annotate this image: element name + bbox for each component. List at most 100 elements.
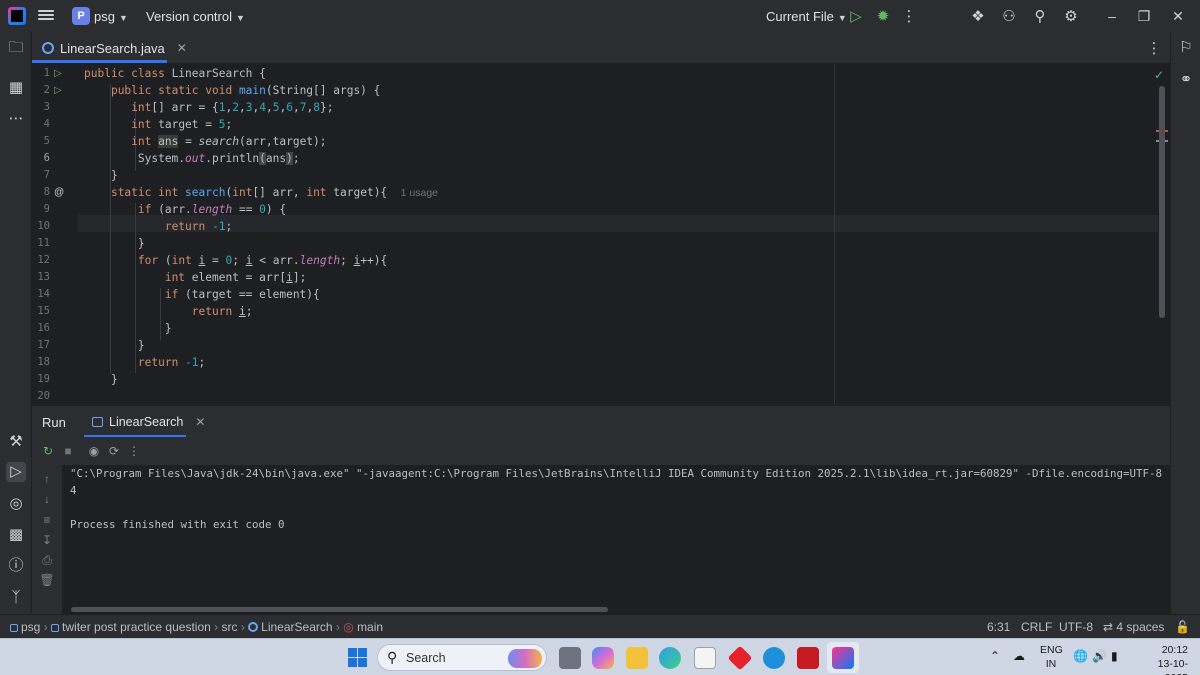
scroll-to-end-icon[interactable]: ↧ [39,532,55,548]
cloud-sync-icon[interactable]: ☁ [1013,649,1025,663]
services-icon[interactable]: ◎ [6,494,26,514]
tab-options-icon[interactable]: ⋮ [1144,38,1164,58]
code-line: int[] arr = {1,2,3,4,5,6,7,8}; [131,101,334,114]
line-number: 6 [43,152,50,164]
build-hammer-icon[interactable]: ⚒ [6,432,26,452]
code-line: } [84,169,118,182]
search-icon[interactable]: ⚲ [1030,6,1050,26]
close-icon[interactable]: ✕ [1168,6,1188,26]
taskbar-search[interactable]: ⚲ Search [377,644,547,671]
lock-icon[interactable]: 🔓 [1175,620,1190,634]
breadcrumb-item[interactable]: twiter post practice question [51,620,211,634]
run-icon[interactable]: ▷ [846,6,866,26]
network-icon[interactable]: 🌐 [1073,649,1088,663]
line-number: 17 [37,339,50,351]
intellij-idea-icon[interactable] [832,647,854,669]
task-view-icon[interactable] [559,647,581,669]
more-tools-icon[interactable]: ⋯ [6,109,26,129]
soft-wrap-icon[interactable]: ≡ [39,512,55,528]
line-number: 12 [37,254,50,266]
breadcrumb-item[interactable]: psg [10,620,40,634]
mcafee-icon[interactable] [797,647,819,669]
reload-icon[interactable]: ⟳ [106,443,122,459]
project-badge[interactable]: P [72,7,90,25]
run-tab-linearsearch[interactable]: LinearSearch ✕ [84,406,213,438]
breadcrumb-separator: › [43,620,52,634]
minimize-icon[interactable]: – [1102,6,1122,26]
windows-start-icon[interactable] [348,648,367,667]
code-line: public class LinearSearch { [84,67,266,80]
run-tool-icon[interactable]: ▷ [6,462,26,482]
rerun-icon[interactable]: ↻ [40,443,56,459]
tab-label: LinearSearch.java [60,40,165,56]
line-number: 14 [37,288,50,300]
git-branch-icon[interactable]: ᛉ [6,588,26,608]
terminal-icon[interactable]: ▩ [6,525,26,545]
add-user-icon[interactable]: ⚇ [999,6,1019,26]
caret-position[interactable]: 6:31 [987,620,1010,634]
copilot-icon[interactable] [592,647,614,669]
code-line: public static void main(String[] args) { [110,84,381,97]
run-configuration-selector[interactable]: Current File ▼ [766,9,847,24]
code-editor[interactable]: 1 2 3 4 5 6 7 8 9 10 11 12 13 14 15 16 1… [32,64,1170,404]
line-number: 1 [43,67,50,79]
edge-browser-icon[interactable] [659,647,681,669]
windows-taskbar: ⚲ Search ⌃ ☁ ENGIN 🌐 🔊 ▮ 20:12 13-10-2025 [0,638,1200,675]
breadcrumb-item[interactable]: LinearSearch [248,620,333,634]
line-number: 20 [37,390,50,402]
hamburger-menu-icon[interactable] [38,8,54,24]
problems-icon[interactable]: ⓘ [6,556,26,576]
method-usage-icon[interactable]: @ [54,187,66,199]
version-control-menu[interactable]: Version control ▼ [146,9,245,24]
app-red-diamond-icon[interactable] [727,645,753,671]
console-line: 4 [70,484,77,497]
down-arrow-icon[interactable]: ↓ [39,491,55,507]
project-selector[interactable]: psg ▼ [94,9,128,24]
chevron-down-icon: ▼ [236,13,245,23]
battery-icon[interactable]: ▮ [1111,649,1118,663]
stop-icon[interactable]: ■ [60,443,76,459]
camera-icon[interactable]: ◉ [86,443,102,459]
project-folder-icon[interactable]: 🗀 [6,38,26,58]
run-gutter-icon[interactable]: ▷ [54,68,66,80]
print-icon[interactable]: ⎙ [39,552,55,568]
right-margin-guide [834,64,835,404]
more-options-icon[interactable]: ⋮ [126,443,142,459]
usage-hint[interactable]: 1 usage [401,187,438,199]
close-tab-icon[interactable]: ✕ [177,41,187,55]
structure-icon[interactable]: ▦ [6,78,26,98]
show-hidden-icons-icon[interactable]: ⌃ [990,649,1000,663]
editor-vertical-scrollbar[interactable] [1159,86,1165,318]
line-number: 18 [37,356,50,368]
ai-chat-icon[interactable]: ⚭ [1176,70,1196,90]
app-blue-icon[interactable] [763,647,785,669]
breadcrumb-item[interactable]: src [221,620,237,634]
up-arrow-icon[interactable]: ↑ [39,471,55,487]
close-run-tab-icon[interactable]: ✕ [195,415,205,429]
ai-assistant-icon[interactable]: ❖ [968,6,988,26]
code-line: return -1; [164,220,233,233]
input-language[interactable]: ENG IN [1040,643,1063,671]
restore-icon[interactable]: ❐ [1134,6,1154,26]
microsoft-store-icon[interactable] [694,647,716,669]
volume-icon[interactable]: 🔊 [1092,649,1107,663]
clock-date: 13-10-2025 [1157,658,1188,675]
system-clock[interactable]: 20:12 13-10-2025 [1136,643,1188,675]
run-gutter-icon[interactable]: ▷ [54,85,66,97]
breadcrumb-item[interactable]: ◎ main [343,620,383,634]
settings-icon[interactable]: ⚙ [1061,6,1081,26]
console-horizontal-scrollbar[interactable] [71,607,608,612]
notifications-bell-icon[interactable]: ⚐ [1176,38,1196,58]
app-logo-icon[interactable] [8,7,26,25]
line-number: 13 [37,271,50,283]
trash-icon[interactable]: 🗑 [39,572,55,588]
more-icon[interactable]: ⋮ [899,6,919,26]
debug-icon[interactable]: ✹ [873,6,893,26]
indent-setting[interactable]: ⇄ 4 spaces [1103,620,1164,634]
console-output[interactable]: "C:\Program Files\Java\jdk-24\bin\java.e… [62,465,1170,614]
file-encoding[interactable]: UTF-8 [1059,620,1093,634]
file-explorer-icon[interactable] [626,647,648,669]
no-problems-check-icon[interactable]: ✓ [1154,68,1164,82]
line-number: 2 [43,84,50,96]
line-ending[interactable]: CRLF [1021,620,1052,634]
